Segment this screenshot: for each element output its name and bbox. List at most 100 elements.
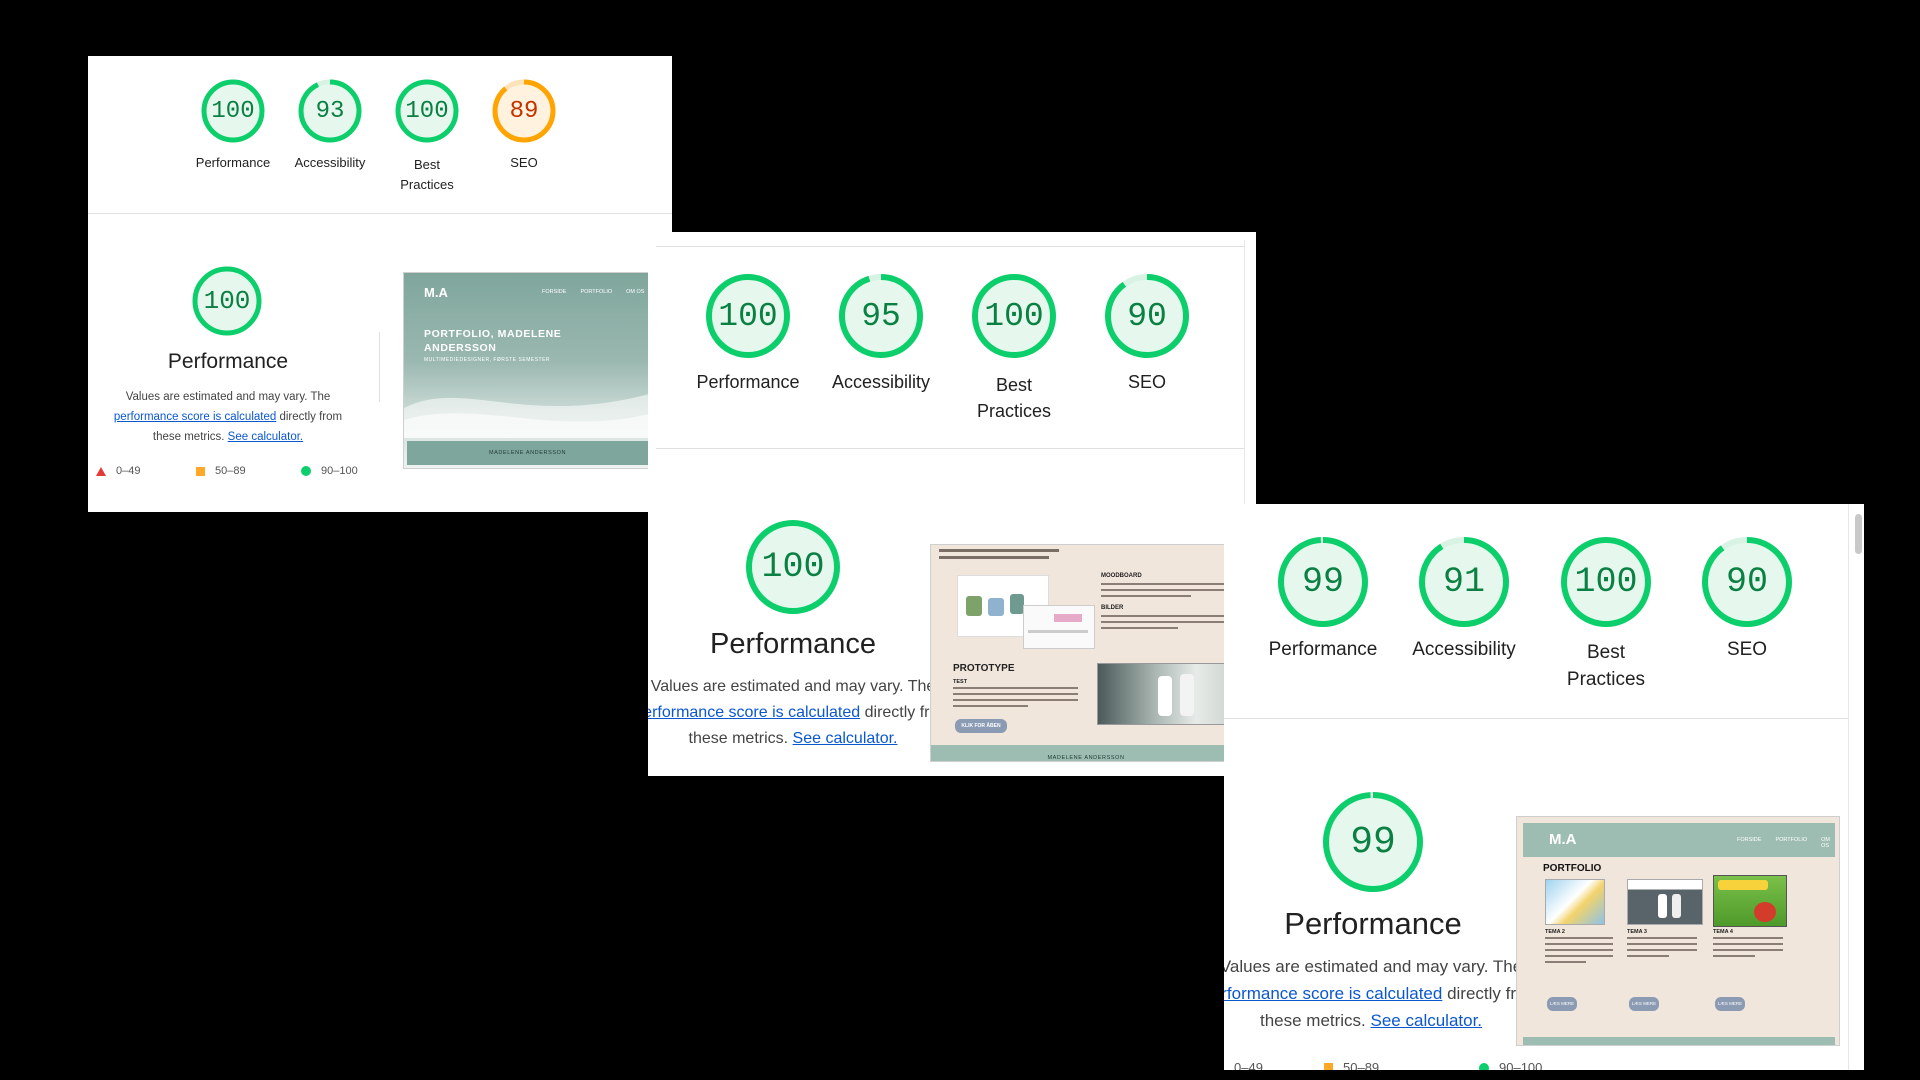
score-value: 100 (718, 297, 778, 335)
description-text: Values are estimated and may vary. The (1224, 957, 1523, 976)
score-calculated-link[interactable]: performance score is calculated (648, 704, 860, 721)
site-footer (1523, 1037, 1835, 1045)
description-text: Values are estimated and may vary. The (650, 678, 936, 695)
performance-score: 100 (203, 286, 251, 316)
wireframe-image (1023, 605, 1095, 649)
score-label: Performance (696, 372, 800, 392)
legend-average: 50–89 (196, 465, 246, 477)
lighthouse-report-2: 100 Performance 95 Accessibility 100 Bes… (648, 232, 1256, 776)
hero-subtitle: MULTIMEDIEDESIGNER, FØRSTE SEMESTER (424, 357, 551, 363)
score-gauge-seo[interactable]: 90 (1700, 535, 1794, 629)
nav-item: PORTFOLIO (1775, 837, 1808, 843)
see-calculator-link[interactable]: See calculator. (1371, 1011, 1483, 1030)
performance-score: 99 (1350, 820, 1396, 864)
test-heading: TEST (953, 679, 968, 685)
score-gauge-seo[interactable]: 90 (1103, 272, 1191, 360)
card-text (1627, 937, 1697, 957)
average-square-icon (196, 466, 205, 476)
card-text (1545, 937, 1613, 963)
pass-circle-icon (301, 466, 311, 476)
score-gauge-best-practices[interactable]: 100 (1559, 535, 1653, 629)
score-label: Best Practices (400, 157, 454, 192)
prototype-heading: PROTOTYPE (953, 663, 1015, 674)
card-title: TEMA 2 (1545, 929, 1565, 935)
score-value: 100 (405, 97, 449, 125)
nav-item: FORSIDE (542, 289, 567, 295)
site-footer: MADELENE ANDERSSON (931, 745, 1241, 761)
legend-fail: 0–49 (96, 465, 140, 477)
card-image-tema4 (1713, 875, 1787, 927)
score-value: 90 (1725, 562, 1768, 602)
legend-label: 50–89 (1343, 1060, 1380, 1070)
divider (656, 448, 1244, 449)
score-calculated-link[interactable]: performance score is calculated (114, 411, 276, 423)
legend-label: 0–49 (1234, 1060, 1263, 1070)
scrollbar[interactable] (1855, 514, 1862, 554)
legend-pass: 90–100 (301, 465, 358, 477)
fail-triangle-icon (96, 466, 106, 476)
card-image-tema2 (1545, 879, 1605, 925)
score-value: 90 (1127, 297, 1167, 335)
score-label: Accessibility (1412, 639, 1516, 660)
text-block (939, 549, 1069, 559)
card-title: TEMA 4 (1713, 929, 1733, 935)
score-calculated-link[interactable]: performance score is calculated (1224, 984, 1442, 1003)
moodboard-text (1101, 583, 1229, 597)
bilder-heading: BILDER (1101, 605, 1124, 611)
site-nav: FORSIDE PORTFOLIO OM OS (1737, 837, 1835, 849)
prototype-text (953, 687, 1078, 707)
legend-fail: 0–49 (1224, 1060, 1263, 1070)
vertical-divider (379, 332, 380, 402)
lighthouse-report-1: 100 Performance 93 Accessibility 100 Bes… (88, 56, 672, 512)
bilder-text (1101, 615, 1229, 629)
divider (1224, 718, 1848, 719)
lighthouse-report-3: 99 Performance 91 Accessibility 100 Best… (1224, 504, 1864, 1070)
score-label: Accessibility (831, 372, 931, 392)
nav-item: OM OS (626, 289, 645, 295)
score-gauge-best-practices[interactable]: 100 (394, 78, 460, 144)
portfolio-heading: PORTFOLIO (1543, 863, 1602, 874)
score-gauge-seo[interactable]: 89 (491, 78, 557, 144)
site-logo: M.A (1549, 831, 1577, 848)
page-screenshot-thumbnail[interactable]: M.A FORSIDE PORTFOLIO OM OS PORTFOLIO, M… (403, 272, 654, 469)
average-square-icon (1324, 1063, 1333, 1070)
performance-title: Performance (167, 350, 289, 373)
score-value: 99 (1301, 562, 1344, 602)
score-value: 100 (211, 97, 255, 125)
see-calculator-link[interactable]: See calculator. (228, 431, 303, 443)
legend-label: 50–89 (215, 465, 246, 477)
nav-item: FORSIDE (1737, 837, 1762, 843)
performance-score: 100 (761, 547, 825, 587)
prototype-photo (1097, 663, 1239, 725)
score-label: SEO (1726, 639, 1768, 660)
score-gauge-accessibility[interactable]: 91 (1417, 535, 1511, 629)
read-more-button[interactable]: LÆS MERE (1715, 997, 1745, 1011)
description-text: directly from (279, 411, 343, 423)
score-value: 100 (1574, 562, 1638, 602)
page-screenshot-thumbnail[interactable]: M.A FORSIDE PORTFOLIO OM OS PORTFOLIO TE… (1516, 816, 1840, 1046)
site-footer: MADELENE ANDERSSON (407, 441, 648, 465)
hero-wave-graphic (404, 393, 653, 438)
open-prototype-button[interactable]: KLIK FOR ÅBEN (955, 719, 1007, 733)
score-gauge-accessibility[interactable]: 93 (297, 78, 363, 144)
score-gauge-accessibility[interactable]: 95 (837, 272, 925, 360)
score-label: Accessibility (294, 155, 366, 170)
read-more-button[interactable]: LÆS MERE (1629, 997, 1659, 1011)
legend-label: 0–49 (116, 465, 141, 477)
card-text (1713, 937, 1783, 957)
footer-text: MADELENE ANDERSSON (1047, 755, 1125, 761)
score-gauge-performance[interactable]: 100 (200, 78, 266, 144)
read-more-button[interactable]: LÆS MERE (1547, 997, 1577, 1011)
see-calculator-link[interactable]: See calculator. (793, 730, 898, 747)
score-gauge-best-practices[interactable]: 100 (970, 272, 1058, 360)
score-gauge-performance[interactable]: 99 (1276, 535, 1370, 629)
divider (656, 246, 1244, 247)
score-label: Performance (1268, 639, 1378, 660)
nav-item: PORTFOLIO (580, 289, 613, 295)
score-label: Best Practices (1566, 642, 1646, 690)
performance-title: Performance (709, 628, 876, 660)
page-screenshot-thumbnail[interactable]: MOODBOARD BILDER PROTOTYPE TEST KLIK FOR… (930, 544, 1242, 762)
legend-average: 50–89 (1324, 1060, 1379, 1070)
score-gauge-performance[interactable]: 100 (704, 272, 792, 360)
score-label: SEO (510, 155, 538, 170)
